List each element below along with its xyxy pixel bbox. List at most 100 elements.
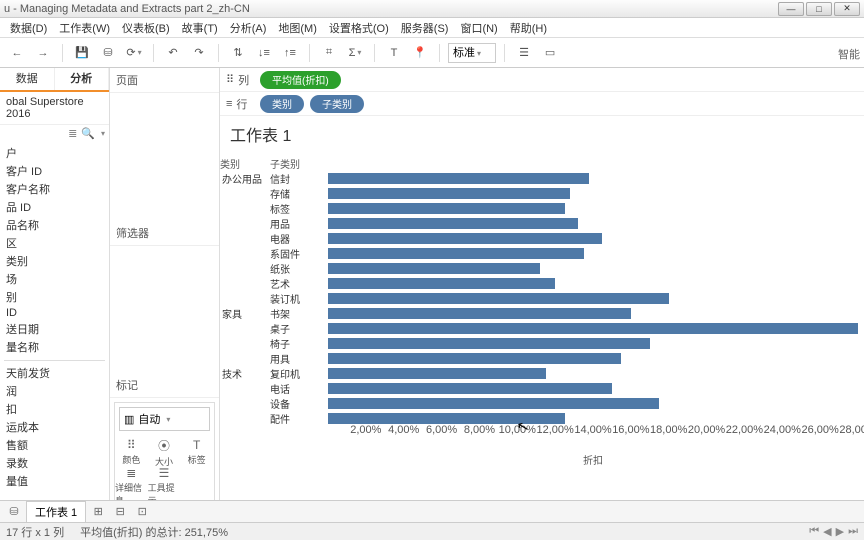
measure-field[interactable]: 扣 — [4, 400, 105, 418]
mark-type-selector[interactable]: ▥ 自动 — [119, 407, 210, 431]
measure-field[interactable]: 运成本 — [4, 418, 105, 436]
bar[interactable] — [328, 398, 659, 409]
save-button[interactable]: 💾 — [71, 42, 93, 64]
bar[interactable] — [328, 353, 621, 364]
dimension-field[interactable]: 户 — [4, 144, 105, 162]
dimension-field[interactable]: 客户 ID — [4, 162, 105, 180]
menu-item[interactable]: 地图(M) — [272, 18, 323, 38]
last-page-icon[interactable]: ⏭ — [848, 525, 858, 538]
prev-page-icon[interactable]: ◀ — [823, 525, 831, 538]
measure-field[interactable]: 量值 — [4, 472, 105, 490]
dimension-field[interactable]: 品 ID — [4, 198, 105, 216]
marks-cell[interactable]: ⠿颜色 — [115, 435, 148, 469]
maximize-button[interactable]: □ — [806, 2, 832, 16]
bar-row — [328, 276, 858, 291]
bar[interactable] — [328, 263, 540, 274]
presentation-button[interactable]: ▭ — [539, 42, 561, 64]
bar-row — [328, 261, 858, 276]
measure-field[interactable]: 天前发货 — [4, 360, 105, 382]
bar[interactable] — [328, 188, 570, 199]
close-button[interactable]: ✕ — [834, 2, 860, 16]
dimension-field[interactable]: 别 — [4, 288, 105, 306]
datasource-tab-button[interactable]: ⛁ — [4, 504, 24, 520]
x-axis-title: 折扣 — [328, 438, 858, 467]
minimize-button[interactable]: — — [778, 2, 804, 16]
next-page-icon[interactable]: ▶ — [836, 525, 844, 538]
menu-item[interactable]: 故事(T) — [176, 18, 224, 38]
menu-item[interactable]: 分析(A) — [224, 18, 273, 38]
subcategory-label: 纸张 — [270, 261, 328, 276]
row-pill[interactable]: 类别 — [260, 95, 304, 113]
bar[interactable] — [328, 368, 546, 379]
dimension-field[interactable]: ID — [4, 306, 105, 320]
view-as-list-icon[interactable]: ≣ — [68, 127, 77, 140]
new-dashboard-button[interactable]: ⊟ — [110, 504, 130, 520]
data-tab[interactable]: 数据 — [0, 68, 55, 90]
bar[interactable] — [328, 293, 669, 304]
measure-field[interactable]: 润 — [4, 382, 105, 400]
new-story-button[interactable]: ⊡ — [132, 504, 152, 520]
bar[interactable] — [328, 218, 578, 229]
bar[interactable] — [328, 278, 555, 289]
menu-item[interactable]: 窗口(N) — [454, 18, 503, 38]
group-button[interactable]: ⌗ — [318, 42, 340, 64]
category-label — [220, 351, 270, 366]
back-button[interactable]: ← — [6, 42, 28, 64]
measure-field[interactable]: 录数 — [4, 454, 105, 472]
bar[interactable] — [328, 338, 650, 349]
dimension-field[interactable]: 类别 — [4, 252, 105, 270]
show-cards-button[interactable]: ☰ — [513, 42, 535, 64]
dimension-field[interactable]: 区 — [4, 234, 105, 252]
menu-item[interactable]: 设置格式(O) — [323, 18, 395, 38]
search-fields-icon[interactable]: 🔍 — [81, 127, 95, 140]
first-page-icon[interactable]: ⏮ — [809, 525, 819, 538]
marks-cell[interactable]: ≣详细信息 — [115, 469, 148, 503]
menu-item[interactable]: 仪表板(B) — [116, 18, 176, 38]
new-datasource-button[interactable]: ⛁ — [97, 42, 119, 64]
bar[interactable] — [328, 173, 589, 184]
bar[interactable] — [328, 323, 858, 334]
swap-button[interactable]: ⇅ — [227, 42, 249, 64]
analysis-tab[interactable]: 分析 — [55, 68, 110, 90]
row-pill[interactable]: 子类别 — [310, 95, 364, 113]
undo-button[interactable]: ↶ — [162, 42, 184, 64]
dimension-field[interactable]: 客户名称 — [4, 180, 105, 198]
sheet-tab-1[interactable]: 工作表 1 — [26, 501, 86, 522]
menu-item[interactable]: 工作表(W) — [53, 18, 116, 38]
column-pill[interactable]: 平均值(折扣) — [260, 71, 341, 89]
menu-item[interactable]: 数据(D) — [4, 18, 53, 38]
bar[interactable] — [328, 203, 565, 214]
dimension-field[interactable]: 品名称 — [4, 216, 105, 234]
bar-row — [328, 366, 858, 381]
new-worksheet-button[interactable]: ⊞ — [88, 504, 108, 520]
dimension-field[interactable]: 量名称 — [4, 338, 105, 356]
datasource-name[interactable]: obal Superstore 2016 — [0, 92, 109, 125]
refresh-button[interactable]: ⟳ — [123, 42, 145, 64]
dimension-field[interactable]: 场 — [4, 270, 105, 288]
redo-button[interactable]: ↷ — [188, 42, 210, 64]
sort-desc-button[interactable]: ↑≡ — [279, 42, 301, 64]
show-me-button[interactable]: 智能 — [838, 46, 860, 62]
bar[interactable] — [328, 308, 631, 319]
bar[interactable] — [328, 413, 565, 424]
subcategory-label: 装订机 — [270, 291, 328, 306]
sheet-title[interactable]: 工作表 1 — [220, 116, 864, 152]
bar[interactable] — [328, 248, 584, 259]
marks-cell[interactable]: ⦿大小 — [148, 435, 181, 469]
pin-button[interactable]: 📍 — [409, 42, 431, 64]
menu-item[interactable]: 帮助(H) — [504, 18, 553, 38]
bar[interactable] — [328, 233, 602, 244]
fields-menu-icon[interactable] — [99, 127, 105, 140]
sort-asc-button[interactable]: ↓≡ — [253, 42, 275, 64]
fit-selector[interactable]: 标准 — [448, 43, 496, 63]
show-labels-button[interactable]: T — [383, 42, 405, 64]
marks-cell[interactable]: T标签 — [180, 435, 213, 469]
pages-shelf-header: 页面 — [110, 68, 219, 93]
forward-button[interactable]: → — [32, 42, 54, 64]
bar[interactable] — [328, 383, 612, 394]
measure-field[interactable]: 售额 — [4, 436, 105, 454]
marks-cell[interactable]: ☰工具提示 — [148, 469, 181, 503]
totals-button[interactable]: Σ — [344, 42, 366, 64]
menu-item[interactable]: 服务器(S) — [395, 18, 455, 38]
dimension-field[interactable]: 送日期 — [4, 320, 105, 338]
